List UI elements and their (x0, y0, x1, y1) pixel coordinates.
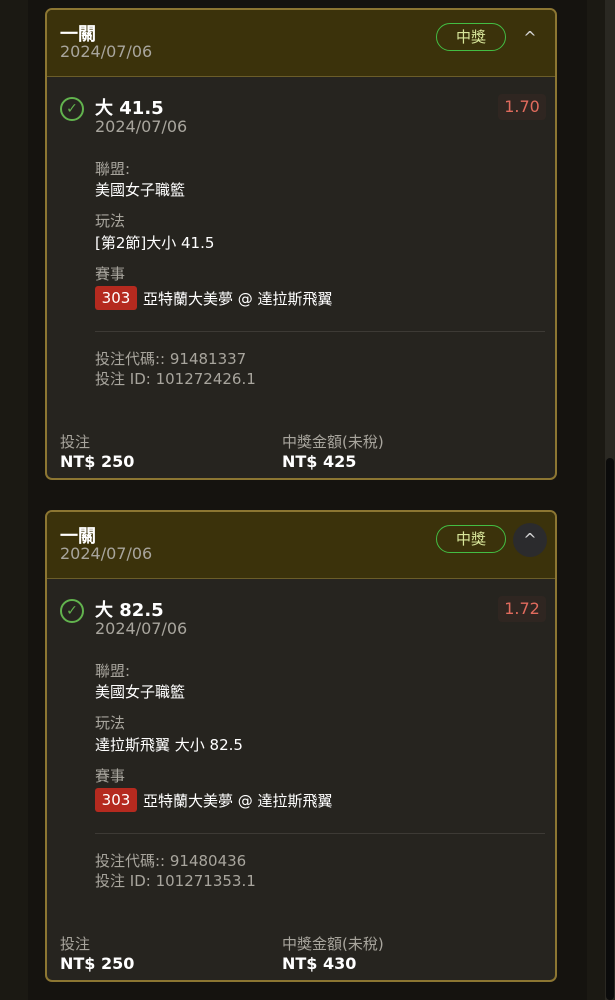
bet-code: 投注代碼:: 91481337 (95, 350, 247, 368)
check-circle-icon: ✓ (60, 97, 84, 121)
bet-card-header[interactable]: 一關 2024/07/06 中獎 ^ (47, 512, 555, 579)
event-name: 亞特蘭大美夢 @ 達拉斯飛翼 (143, 290, 333, 308)
odds-badge: 1.72 (498, 596, 546, 622)
bet-card: 一關 2024/07/06 中獎 ^ ✓ 大 82.5 2024/07/06 1… (45, 510, 557, 982)
payout-value: NT$ 425 (282, 452, 357, 471)
event-label: 賽事 (95, 767, 126, 785)
play-label: 玩法 (95, 212, 126, 230)
league-label: 聯盟: (95, 662, 131, 680)
event-label: 賽事 (95, 265, 126, 283)
status-badge: 中獎 (436, 525, 506, 553)
league-value: 美國女子職籃 (95, 683, 186, 701)
bet-code: 投注代碼:: 91480436 (95, 852, 247, 870)
bet-date: 2024/07/06 (60, 544, 153, 563)
scrollbar-thumb[interactable] (606, 458, 614, 1000)
play-label: 玩法 (95, 714, 126, 732)
bet-card: 一關 2024/07/06 中獎 ^ ✓ 大 41.5 2024/07/06 1… (45, 8, 557, 480)
league-label: 聯盟: (95, 160, 131, 178)
selection-date: 2024/07/06 (95, 117, 188, 136)
bet-card-header[interactable]: 一關 2024/07/06 中獎 ^ (47, 10, 555, 77)
payout-value: NT$ 430 (282, 954, 357, 973)
event-name: 亞特蘭大美夢 @ 達拉斯飛翼 (143, 792, 333, 810)
check-circle-icon: ✓ (60, 599, 84, 623)
payout-label: 中獎金額(未稅) (282, 935, 384, 953)
status-badge: 中獎 (436, 23, 506, 51)
section-divider (95, 331, 545, 332)
play-value: [第2節]大小 41.5 (95, 234, 215, 252)
league-value: 美國女子職籃 (95, 181, 186, 199)
stake-label: 投注 (60, 433, 91, 451)
stake-value: NT$ 250 (60, 452, 135, 471)
chevron-up-icon[interactable]: ^ (513, 21, 547, 55)
play-value: 達拉斯飛翼 大小 82.5 (95, 736, 243, 754)
selection-date: 2024/07/06 (95, 619, 188, 638)
payout-label: 中獎金額(未稅) (282, 433, 384, 451)
event-code-badge: 303 (95, 286, 137, 310)
left-gutter (0, 0, 28, 1000)
scrollbar-track[interactable] (605, 0, 615, 1000)
bet-id: 投注 ID: 101272426.1 (95, 370, 256, 388)
stake-value: NT$ 250 (60, 954, 135, 973)
event-code-badge: 303 (95, 788, 137, 812)
bet-date: 2024/07/06 (60, 42, 153, 61)
odds-badge: 1.70 (498, 94, 546, 120)
bet-id: 投注 ID: 101271353.1 (95, 872, 256, 890)
chevron-up-icon[interactable]: ^ (513, 523, 547, 557)
section-divider (95, 833, 545, 834)
stake-label: 投注 (60, 935, 91, 953)
